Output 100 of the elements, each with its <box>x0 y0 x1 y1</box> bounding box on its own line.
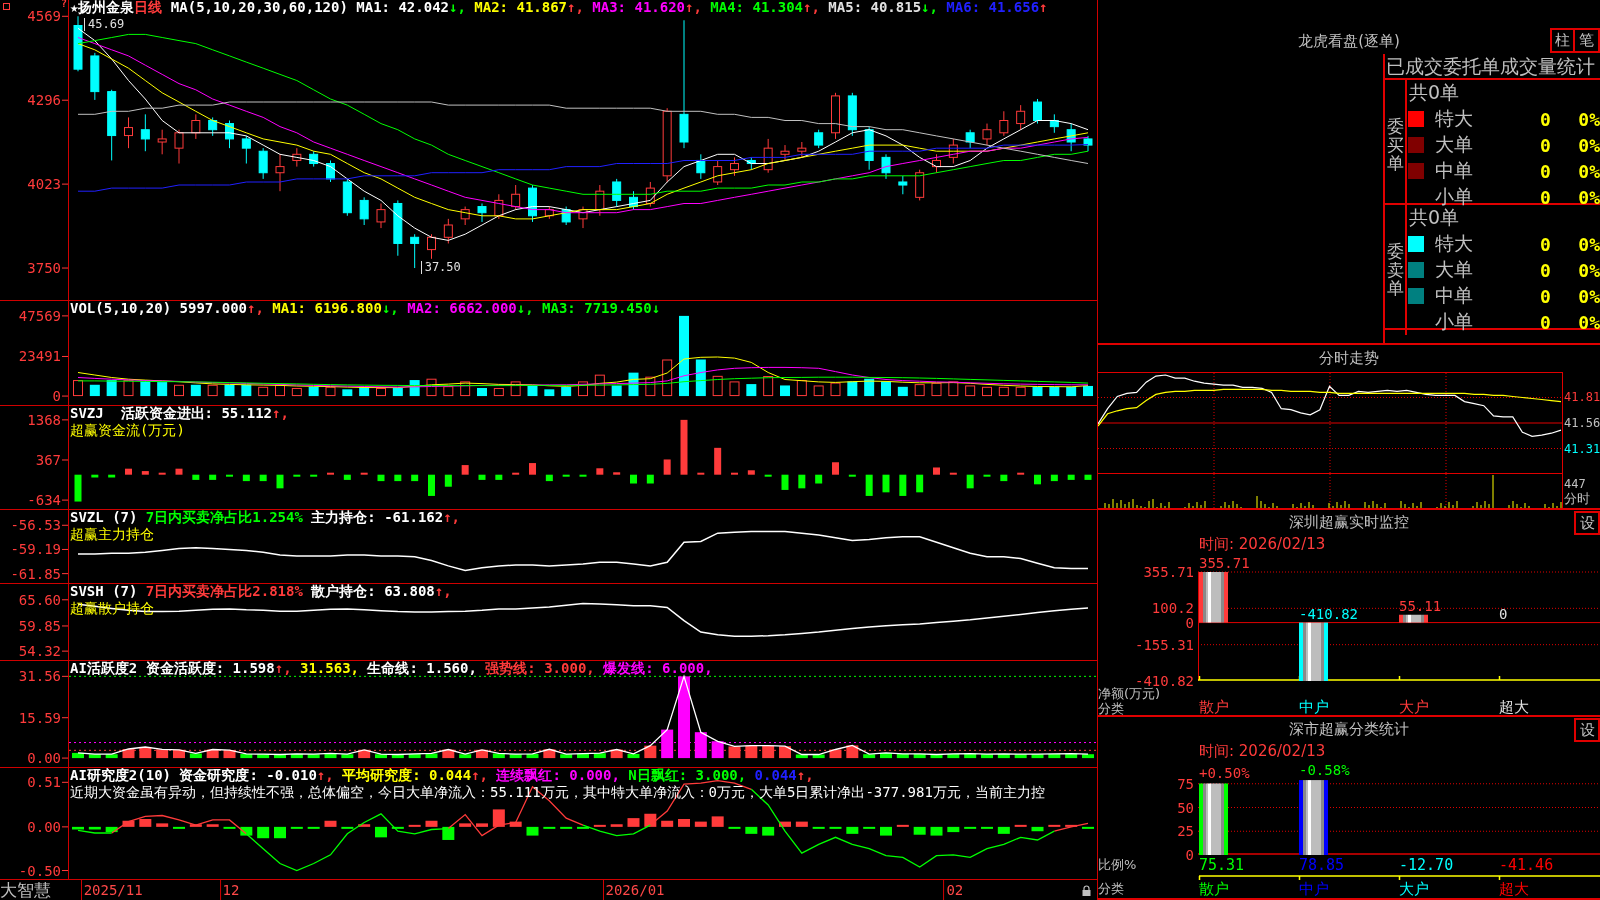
candlestick <box>528 184 537 223</box>
candlestick <box>275 153 285 192</box>
indicator-bar <box>1082 826 1094 829</box>
view-toggle-button[interactable]: 柱 <box>1550 28 1575 53</box>
indicator-bar <box>562 474 570 477</box>
axis-label: 25 <box>1177 823 1194 839</box>
square-icon[interactable] <box>3 3 10 10</box>
indicator-bar <box>223 750 236 759</box>
indicator-bar <box>646 474 654 484</box>
order-size-label: 小单 <box>1435 309 1473 334</box>
indicator-bar <box>577 826 589 829</box>
indicator-bar <box>596 468 604 475</box>
axis-label: 4296 <box>27 92 61 108</box>
axis-label: 355.71 <box>1143 564 1194 580</box>
indicator-bar <box>240 826 253 836</box>
candlestick <box>645 181 655 208</box>
category-label: 大户 <box>1398 881 1429 897</box>
axis-label: 47569 <box>18 308 61 324</box>
panel-title: 深市超赢分类统计 <box>1289 719 1409 740</box>
indicator-bar <box>863 754 876 759</box>
indicator-bar <box>846 826 859 834</box>
indicator-bar <box>492 753 505 759</box>
indicator-bar <box>613 472 621 475</box>
candlestick <box>730 156 739 177</box>
value-label: -41.46 <box>1498 856 1554 873</box>
indicator-bar <box>74 474 82 502</box>
volume-bar <box>578 381 588 397</box>
volume-bar <box>510 381 521 397</box>
panel-title: 龙虎看盘(逐单) <box>1298 31 1400 52</box>
indicator-bar <box>880 826 892 836</box>
candlestick <box>864 126 874 171</box>
settings-button[interactable]: 设 <box>1574 718 1600 742</box>
axis-label: 23491 <box>18 348 61 364</box>
indicator-bar <box>711 816 724 827</box>
indicator-bar <box>543 749 556 759</box>
indicator-bar <box>72 752 84 759</box>
indicator-bar <box>459 823 472 827</box>
indicator-bar <box>1034 474 1041 485</box>
indicator-bar <box>509 821 522 827</box>
value-label: -12.70 <box>1398 856 1454 873</box>
candlestick <box>780 144 790 161</box>
indicator-bar <box>560 754 573 759</box>
candlestick <box>544 206 554 220</box>
candlestick <box>1049 113 1059 134</box>
indicator-bar <box>779 821 791 827</box>
indicator-bar <box>226 474 233 477</box>
indicator-bar <box>728 746 741 759</box>
settings-button[interactable]: 设 <box>1574 511 1600 535</box>
candlestick <box>107 89 117 161</box>
indicator-bar <box>192 474 200 480</box>
category-label: 大户 <box>1398 700 1429 715</box>
candlestick <box>225 120 234 149</box>
view-toggle-button[interactable]: 笔 <box>1575 28 1600 53</box>
price-label: 41.81 <box>1564 391 1600 404</box>
indicator-bar <box>997 826 1010 834</box>
indicator-bar <box>913 753 926 759</box>
indicator-bar <box>276 474 284 489</box>
indicator-bar <box>408 824 421 827</box>
chart-legend: SVZL (7) 7日内买卖净占比1.254% 主力持仓: -61.162↑, <box>70 510 461 525</box>
indicator-bar <box>341 754 354 759</box>
candlestick <box>847 92 857 137</box>
axis-label: 59.85 <box>18 618 61 634</box>
volume-bar <box>1015 386 1026 397</box>
indicator-bar <box>848 474 856 477</box>
volume-bar <box>174 384 184 397</box>
category-label: 超大 <box>1498 881 1529 897</box>
volume-bar <box>763 376 774 397</box>
indicator-bar <box>293 474 301 477</box>
candlestick <box>342 178 352 217</box>
indicator-bar <box>916 474 924 493</box>
indicator-bar <box>661 820 674 827</box>
indicator-bar <box>324 753 337 759</box>
volume-bar <box>325 386 336 397</box>
indicator-bar <box>358 749 371 759</box>
indicator-bar <box>341 826 354 829</box>
indicator-bar <box>829 749 842 759</box>
indicator-bar <box>156 823 169 827</box>
date-label: 2025/11 <box>80 880 143 900</box>
help-mark[interactable]: ? <box>60 0 67 8</box>
indicator-bar <box>1065 824 1078 827</box>
indicator-bar <box>189 824 202 827</box>
indicator-bar <box>964 753 977 759</box>
volume-bar <box>948 381 959 397</box>
indicator-bar <box>257 826 270 839</box>
indicator-bar <box>714 447 722 475</box>
order-count: 0 <box>1539 108 1551 130</box>
indicator-bar <box>896 824 909 827</box>
indicator-bar <box>391 826 404 829</box>
indicator-bar <box>408 753 421 759</box>
brand-label: 大智慧 <box>0 880 51 900</box>
candlestick <box>999 110 1009 137</box>
indicator-bar <box>964 826 977 829</box>
candlestick <box>494 193 504 220</box>
candlestick <box>965 129 975 149</box>
volume-bar <box>443 386 454 397</box>
candlestick <box>258 147 268 180</box>
indicator-bar <box>678 819 690 827</box>
order-total: 共0单 <box>1408 80 1460 105</box>
indicator-bar <box>88 754 101 759</box>
volume-bar <box>241 384 252 397</box>
